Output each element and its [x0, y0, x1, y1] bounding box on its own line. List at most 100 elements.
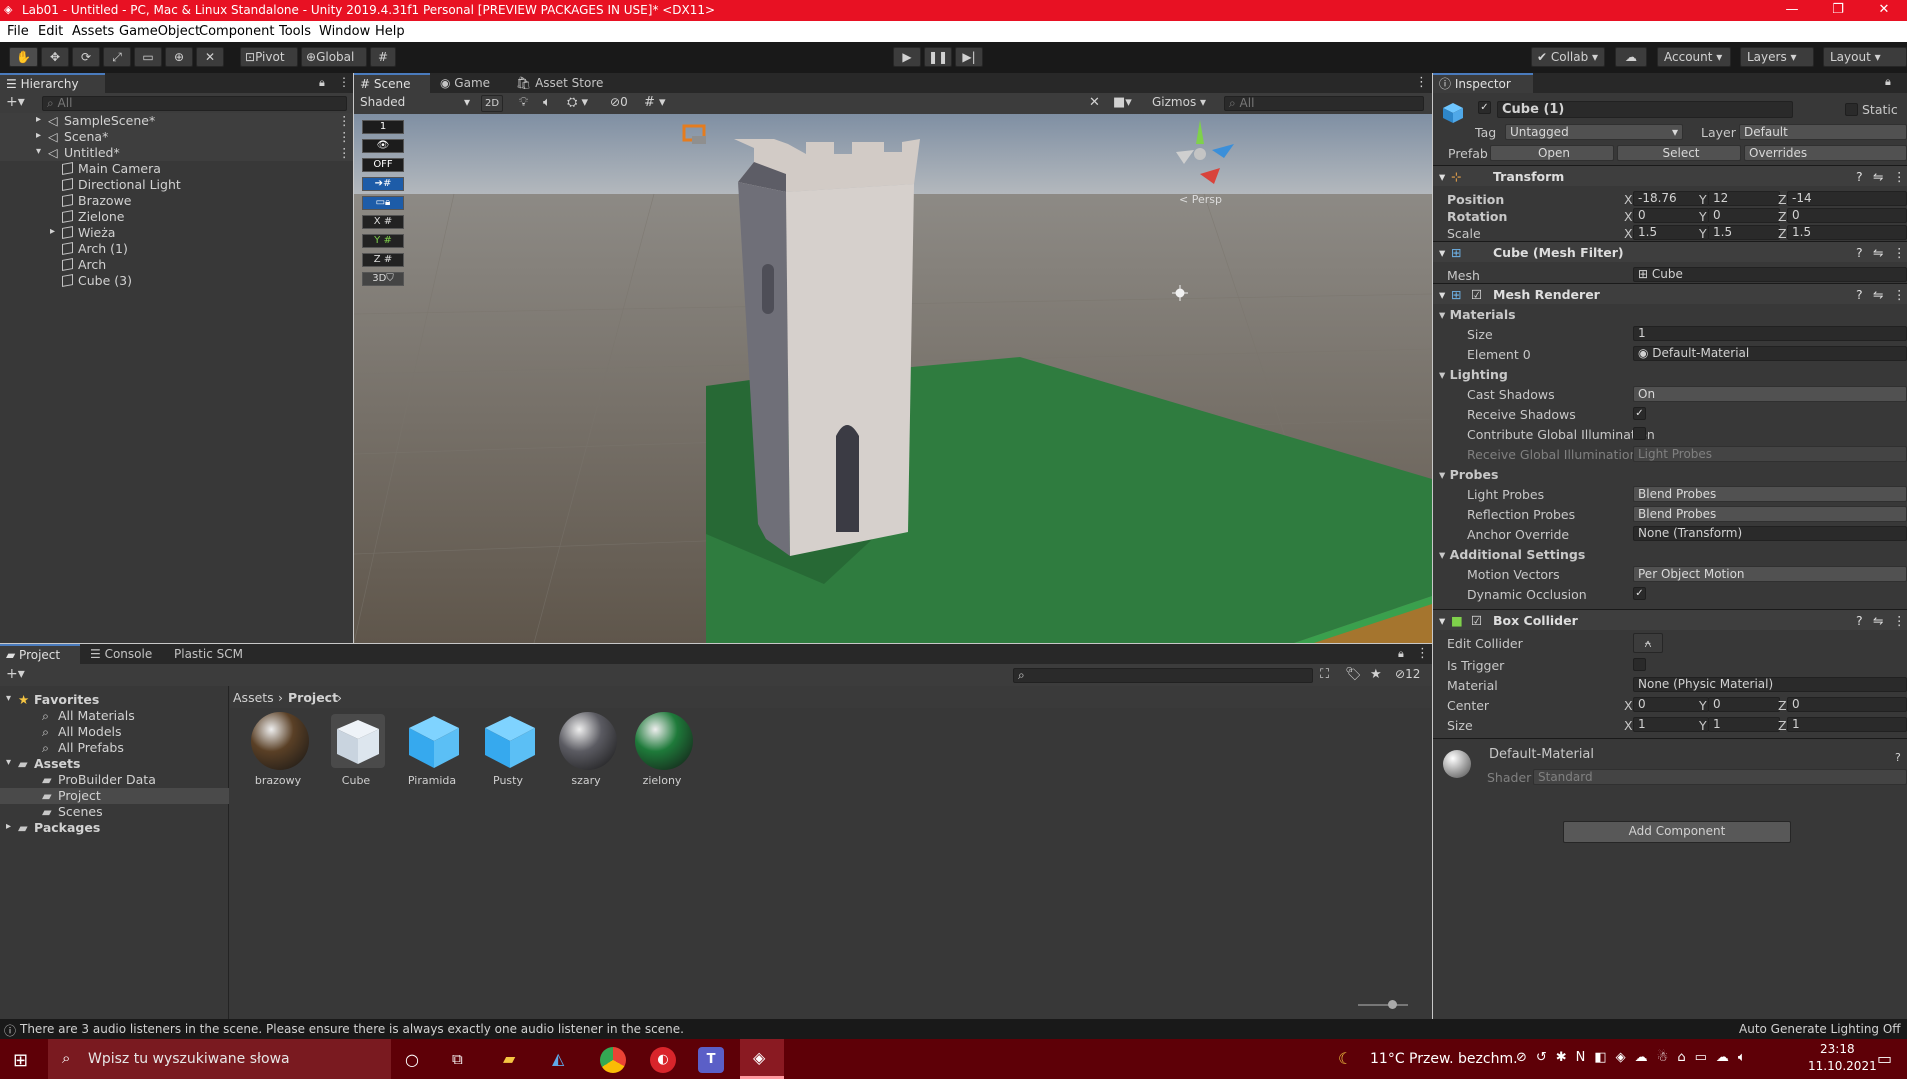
hierarchy-item[interactable]: Main Camera: [0, 161, 353, 177]
hidden-objects-toggle[interactable]: ⊘0: [610, 95, 628, 109]
pause-button[interactable]: ❚❚: [924, 47, 952, 67]
asset-tile[interactable]: Piramida: [398, 708, 466, 788]
hierarchy-item[interactable]: Arch (1): [0, 241, 353, 257]
light-probes-dropdown[interactable]: Blend Probes: [1633, 486, 1907, 502]
minimize-button[interactable]: —: [1769, 0, 1815, 21]
taskbar-search-box[interactable]: ⌕ Wpisz tu wyszukiwane słowa: [48, 1039, 391, 1079]
overlay-3d[interactable]: 3D⛉: [362, 272, 404, 286]
center-x-axis-label[interactable]: X: [1624, 698, 1633, 713]
project-tree-item[interactable]: ⌕ All Materials: [0, 708, 229, 724]
lighting-icon[interactable]: 💡︎: [519, 95, 528, 110]
cortana-icon[interactable]: ○: [405, 1050, 419, 1069]
material-help-icon[interactable]: ?: [1895, 751, 1901, 764]
file-explorer-icon[interactable]: ▰: [503, 1049, 515, 1068]
collab-dropdown[interactable]: ✔ Collab ▾: [1531, 47, 1605, 67]
mesh-renderer-help-icon[interactable]: ?: [1856, 287, 1863, 302]
element0-field[interactable]: ◉ Default-Material: [1633, 346, 1907, 361]
static-checkbox[interactable]: [1845, 103, 1858, 116]
weather-text[interactable]: 11°C Przew. bezchm.: [1370, 1051, 1518, 1067]
tab-hierarchy[interactable]: ☰ Hierarchy: [0, 73, 105, 93]
foldout-arrow-icon[interactable]: ▸: [36, 130, 41, 141]
tag-dropdown[interactable]: Untagged ▾: [1505, 124, 1683, 140]
overlay-y[interactable]: Y #: [362, 234, 404, 248]
maximize-button[interactable]: ❐: [1815, 0, 1861, 21]
transform-header[interactable]: ▾ ⊹ Transform ? ⇋ ⋮: [1433, 165, 1907, 186]
collider-size-y-input[interactable]: 1: [1708, 717, 1780, 732]
collider-size-z-input[interactable]: 1: [1787, 717, 1907, 732]
center-x-input[interactable]: 0: [1633, 697, 1709, 712]
presets-icon[interactable]: ⇋: [1873, 169, 1883, 184]
mode-2d-toggle[interactable]: 2D: [481, 95, 503, 112]
title-bar[interactable]: ◈ Lab01 - Untitled - PC, Mac & Linux Sta…: [0, 0, 1907, 21]
play-button[interactable]: ▶: [893, 47, 921, 67]
center-y-input[interactable]: 0: [1708, 697, 1780, 712]
overlay-layer-1[interactable]: 1: [362, 120, 404, 134]
prefab-overrides-dropdown[interactable]: Overrides: [1744, 145, 1907, 161]
unity-taskbar-button[interactable]: ◈: [740, 1039, 784, 1079]
hierarchy-item[interactable]: ▸ Wieża: [0, 225, 353, 241]
desktop-app-icon[interactable]: ◭: [552, 1049, 564, 1068]
project-tree-item[interactable]: ▰ ProBuilder Data: [0, 772, 229, 788]
hierarchy-item[interactable]: ▸ ◁ SampleScene* ⋮: [0, 113, 353, 129]
grid-icon[interactable]: # ▾: [644, 95, 666, 110]
anchor-override-field[interactable]: None (Transform): [1633, 526, 1907, 541]
tab-inspector[interactable]: ⓘ Inspector: [1433, 73, 1533, 93]
task-view-icon[interactable]: ⧉: [452, 1050, 463, 1068]
inspector-lock-icon[interactable]: 🔒︎: [1885, 75, 1891, 89]
foldout-arrow-icon[interactable]: ▾: [6, 757, 11, 768]
prefab-select-button[interactable]: Select: [1617, 145, 1741, 161]
collider-material-field[interactable]: None (Physic Material): [1633, 677, 1907, 692]
add-icon[interactable]: +▾: [6, 94, 25, 110]
tab-asset-store[interactable]: 🛍︎ Asset Store: [510, 73, 620, 93]
help-icon[interactable]: ?: [1856, 169, 1863, 184]
zoom-slider[interactable]: [1358, 1004, 1408, 1006]
box-collider-enabled-checkbox[interactable]: ☑: [1471, 613, 1482, 628]
foldout-arrow-icon[interactable]: ▾: [6, 693, 11, 704]
hierarchy-search-input[interactable]: ⌕ All: [42, 96, 347, 111]
project-add-icon[interactable]: +▾: [6, 666, 25, 682]
project-tree-item[interactable]: ▰ Scenes: [0, 804, 229, 820]
mesh-renderer-menu-icon[interactable]: ⋮: [1893, 287, 1906, 302]
hidden-packages-toggle[interactable]: ⊘12: [1395, 667, 1420, 681]
menu-edit[interactable]: Edit: [38, 24, 63, 39]
foldout-arrow-icon[interactable]: ▸: [36, 114, 41, 125]
menu-gameobject[interactable]: GameObject: [119, 24, 200, 39]
rotation-z-axis-label[interactable]: Z: [1778, 209, 1787, 224]
search-by-label-icon[interactable]: 🏷︎: [1345, 667, 1362, 682]
hierarchy-item[interactable]: ▸ ◁ Scena* ⋮: [0, 129, 353, 145]
rotation-z-input[interactable]: 0: [1787, 208, 1907, 223]
scale-y-input[interactable]: 1.5: [1708, 225, 1780, 240]
contribute-gi-checkbox[interactable]: [1633, 427, 1646, 440]
account-dropdown[interactable]: Account ▾: [1657, 47, 1731, 67]
menu-file[interactable]: File: [7, 24, 29, 39]
scene-menu-icon[interactable]: ⋮: [338, 129, 351, 144]
menu-help[interactable]: Help: [375, 24, 405, 39]
object-name-input[interactable]: Cube (1): [1497, 101, 1793, 118]
rotation-y-input[interactable]: 0: [1708, 208, 1780, 223]
clock-date[interactable]: 11.10.2021: [1808, 1059, 1877, 1073]
box-collider-menu-icon[interactable]: ⋮: [1893, 613, 1906, 628]
box-collider-help-icon[interactable]: ?: [1856, 613, 1863, 628]
asset-tile[interactable]: Cube: [322, 708, 390, 788]
effects-icon[interactable]: ⛭ ▾: [567, 95, 588, 110]
notifications-icon[interactable]: ▭: [1877, 1049, 1892, 1068]
overlay-x[interactable]: X #: [362, 215, 404, 229]
breadcrumb-assets[interactable]: Assets: [233, 690, 274, 705]
active-checkbox[interactable]: ✓: [1478, 101, 1491, 114]
asset-tile[interactable]: brazowy: [244, 708, 312, 788]
prefab-open-button[interactable]: Open: [1490, 145, 1614, 161]
auto-lighting-status[interactable]: Auto Generate Lighting Off: [1739, 1022, 1901, 1036]
foldout-arrow-icon[interactable]: ▾: [36, 146, 41, 157]
project-tree-item[interactable]: ▸ ▰ Packages: [0, 820, 229, 836]
cloud-icon[interactable]: ☁: [1615, 47, 1647, 67]
windows-start-icon[interactable]: ⊞: [13, 1050, 28, 1071]
is-trigger-checkbox[interactable]: [1633, 658, 1646, 671]
mesh-renderer-enabled-checkbox[interactable]: ☑: [1471, 287, 1482, 302]
position-y-input[interactable]: 12: [1708, 191, 1780, 206]
zoom-slider-thumb[interactable]: [1388, 1000, 1397, 1009]
position-z-input[interactable]: -14: [1787, 191, 1907, 206]
menu-window[interactable]: Window: [319, 24, 370, 39]
layout-dropdown[interactable]: Layout ▾: [1823, 47, 1907, 67]
tab-game[interactable]: ◉ Game: [434, 73, 506, 93]
audio-icon[interactable]: 🔈︎: [543, 95, 551, 110]
